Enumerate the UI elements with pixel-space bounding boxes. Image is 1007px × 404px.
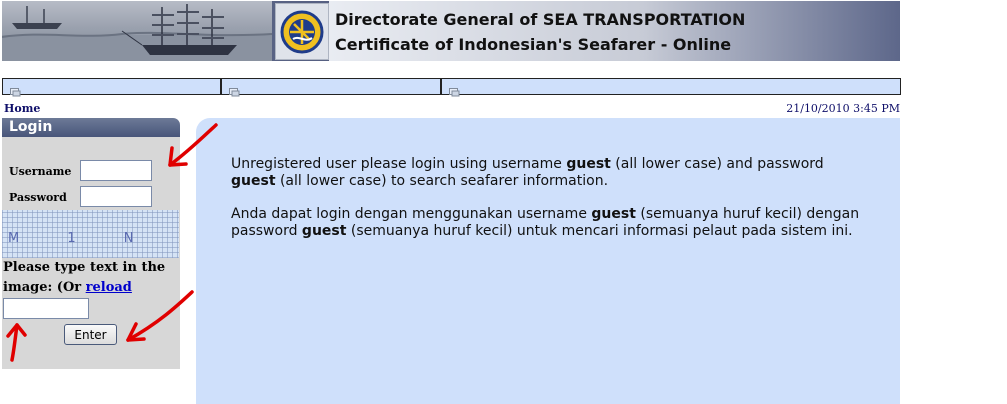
nav-item-3[interactable] (441, 78, 901, 97)
info-paragraph-indonesian: Anda dapat login dengan menggunakan user… (231, 206, 871, 240)
nav-page-icon (10, 82, 21, 97)
username-label: Username (9, 165, 72, 178)
nav-page-icon (229, 82, 240, 97)
nav-item-2[interactable] (221, 78, 441, 97)
login-header: Login (2, 118, 180, 137)
info-panel: Unregistered user please login using use… (196, 118, 900, 404)
nav-page-icon (449, 82, 460, 97)
info-en-guest-2: guest (231, 173, 276, 189)
ministry-logo-icon (275, 3, 329, 60)
header-banner: Directorate General of SEA TRANSPORTATIO… (2, 1, 900, 61)
captcha-image: M 1 N 6 N (2, 210, 248, 258)
info-paragraph-english: Unregistered user please login using use… (231, 156, 871, 190)
banner-title-line1: Directorate General of SEA TRANSPORTATIO… (335, 10, 746, 29)
enter-button[interactable]: Enter (64, 324, 117, 345)
info-en-text-3: (all lower case) to search seafarer info… (275, 173, 609, 189)
password-label: Password (9, 191, 67, 204)
info-en-text-2: (all lower case) and password (610, 156, 824, 172)
captcha-hint-prefix: Please type text in the image: (Or (3, 260, 166, 295)
nav-item-1[interactable] (2, 78, 221, 97)
datetime-display: 21/10/2010 3:45 PM (786, 102, 900, 115)
banner-titles: Directorate General of SEA TRANSPORTATIO… (335, 7, 745, 57)
password-input[interactable] (80, 186, 152, 207)
info-text: Unregistered user please login using use… (231, 156, 871, 256)
captcha-glyphs: M 1 N 6 N (8, 231, 248, 246)
info-en-text-1: Unregistered user please login using use… (231, 156, 567, 172)
info-id-text-1: Anda dapat login dengan menggunakan user… (231, 206, 592, 222)
banner-title-line2: Certificate of Indonesian's Seafarer - O… (335, 35, 732, 54)
ship-photo (2, 1, 273, 61)
captcha-input[interactable] (3, 298, 89, 319)
username-input[interactable] (80, 160, 152, 181)
info-id-text-3: (semuanya huruf kecil) untuk mencari inf… (346, 223, 853, 239)
info-id-guest-2: guest (301, 223, 347, 239)
info-id-guest-1: guest (591, 206, 636, 222)
info-en-guest-1: guest (566, 156, 611, 172)
home-link[interactable]: Home (4, 102, 40, 115)
captcha-text: M 1 N 6 N (8, 231, 179, 246)
